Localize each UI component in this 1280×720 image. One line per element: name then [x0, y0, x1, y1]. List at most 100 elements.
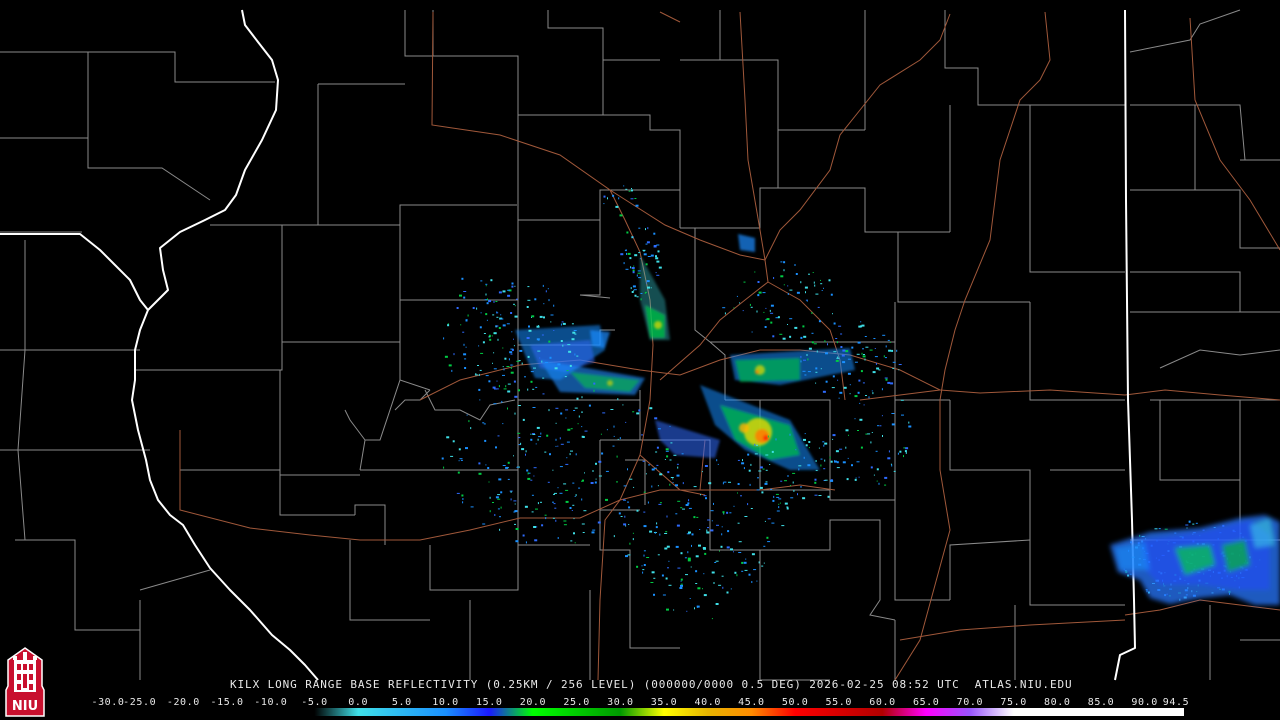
- radar-speckle: [584, 472, 585, 474]
- radar-speckle: [546, 434, 549, 437]
- radar-speckle: [486, 319, 488, 321]
- radar-speckle: [573, 532, 575, 535]
- radar-speckle: [514, 395, 518, 398]
- radar-speckle: [721, 533, 723, 536]
- radar-speckle: [527, 472, 529, 475]
- radar-speckle: [711, 520, 713, 522]
- radar-speckle: [885, 345, 887, 348]
- radar-speckle: [559, 466, 563, 468]
- radar-speckle: [552, 501, 554, 503]
- radar-speckle: [820, 464, 822, 467]
- radar-speckle: [542, 284, 544, 287]
- radar-speckle: [493, 300, 495, 303]
- radar-speckle: [815, 469, 818, 471]
- radar-speckle: [811, 312, 813, 314]
- radar-speckle: [533, 526, 537, 528]
- radar-speckle: [887, 339, 890, 341]
- radar-speckle: [722, 511, 725, 514]
- radar-speckle: [742, 459, 743, 462]
- radar-speckle: [898, 369, 900, 371]
- radar-speckle: [531, 494, 534, 496]
- radar-speckle: [458, 448, 461, 451]
- radar-speckle: [565, 489, 569, 491]
- radar-speckle: [787, 475, 789, 477]
- radar-speckle: [625, 421, 627, 423]
- radar-speckle: [631, 189, 633, 192]
- radar-speckle: [510, 498, 512, 501]
- radar-speckle: [502, 366, 504, 368]
- radar-speckle: [805, 299, 807, 301]
- radar-speckle: [466, 414, 468, 416]
- radar-speckle: [545, 290, 547, 293]
- radar-speckle: [545, 517, 547, 520]
- radar-speckle: [772, 335, 775, 338]
- radar-speckle: [493, 368, 497, 370]
- radar-speckle: [803, 359, 806, 361]
- radar-speckle: [619, 437, 621, 440]
- radar-speckle: [668, 584, 672, 586]
- radar-speckle: [643, 525, 647, 528]
- radar-speckle: [854, 361, 858, 363]
- radar-speckle: [711, 571, 715, 574]
- radar-speckle: [838, 397, 840, 399]
- radar-speckle: [750, 508, 753, 509]
- radar-speckle: [627, 554, 631, 556]
- radar-speckle: [862, 355, 866, 358]
- radar-speckle: [711, 618, 713, 620]
- radar-speckle: [659, 533, 661, 536]
- radar-speckle: [492, 386, 496, 389]
- radar-speckle: [531, 316, 532, 318]
- radar-speckle: [656, 244, 660, 246]
- radar-speckle: [710, 510, 714, 512]
- radar-speckle: [738, 541, 742, 543]
- radar-speckle: [897, 452, 899, 455]
- radar-speckle: [832, 438, 834, 440]
- radar-speckle: [565, 417, 567, 419]
- niu-logo: NIU: [5, 647, 45, 717]
- radar-speckle: [643, 554, 645, 557]
- radar-speckle: [562, 344, 564, 347]
- radar-speckle: [665, 450, 669, 452]
- radar-speckle: [903, 455, 904, 458]
- radar-speckle: [570, 540, 573, 542]
- radar-speckle: [818, 320, 821, 323]
- radar-speckle: [885, 357, 887, 359]
- radar-speckle: [618, 197, 620, 200]
- radar-speckle: [736, 295, 738, 297]
- radar-speckle: [1195, 522, 1198, 524]
- radar-speckle: [598, 475, 602, 477]
- radar-speckle: [781, 525, 785, 527]
- radar-speckle: [648, 464, 651, 466]
- radar-speckle: [729, 512, 732, 514]
- radar-speckle: [891, 349, 894, 352]
- radar-speckle: [538, 436, 542, 438]
- radar-speckle: [637, 272, 641, 274]
- radar-speckle: [820, 279, 821, 281]
- radar-speckle: [884, 484, 887, 486]
- radar-speckle: [666, 545, 670, 548]
- radar-speckle: [527, 355, 530, 358]
- scale-label: -10.0: [254, 697, 288, 708]
- radar-speckle: [757, 294, 760, 297]
- radar-speckle: [522, 534, 525, 537]
- radar-speckle: [675, 545, 679, 548]
- radar-speckle: [500, 491, 503, 494]
- radar-speckle: [864, 336, 867, 337]
- radar-speckle: [582, 436, 585, 438]
- radar-speckle: [672, 482, 674, 484]
- radar-speckle: [536, 338, 540, 341]
- radar-speckle: [890, 382, 894, 385]
- radar-speckle: [667, 567, 669, 569]
- radar-speckle: [741, 570, 744, 572]
- radar-speckle: [633, 486, 635, 488]
- radar-speckle: [443, 466, 445, 469]
- radar-speckle: [759, 486, 763, 489]
- radar-speckle: [764, 482, 768, 485]
- radar-speckle: [715, 560, 719, 562]
- radar-speckle: [518, 437, 521, 439]
- radar-speckle: [814, 494, 818, 496]
- radar-speckle: [794, 264, 796, 266]
- radar-speckle: [792, 481, 794, 484]
- radar-speckle: [775, 493, 779, 495]
- radar-speckle: [888, 349, 892, 352]
